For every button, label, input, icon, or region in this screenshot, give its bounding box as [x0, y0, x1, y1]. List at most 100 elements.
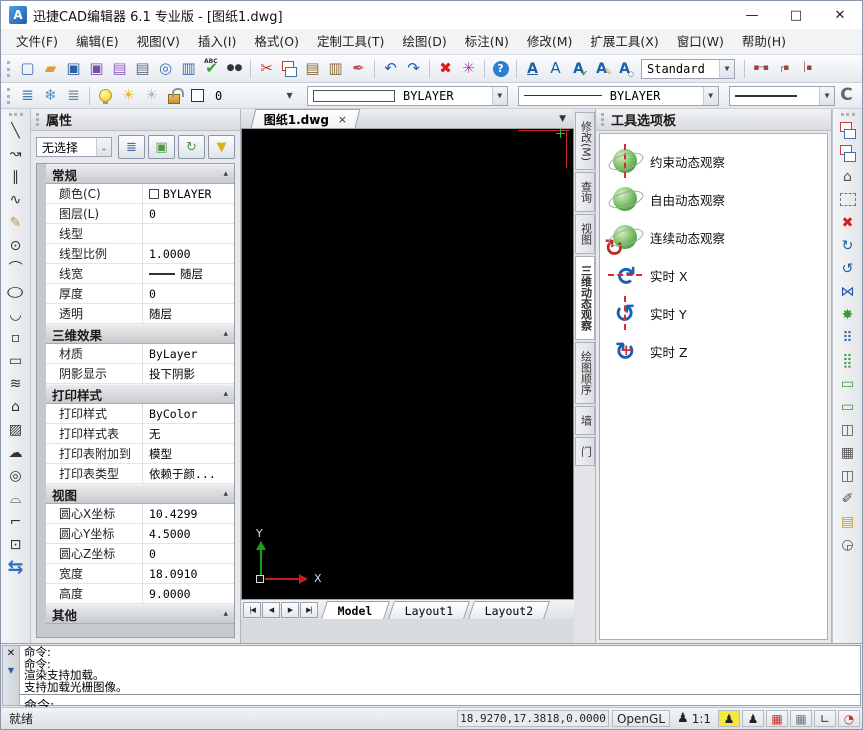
layer-properties-icon[interactable]: ≣ — [16, 85, 39, 107]
hatch-icon[interactable]: ▨ — [4, 418, 28, 441]
nav-prev-button[interactable]: ◀ — [262, 602, 280, 618]
palette-tab[interactable]: 门 — [575, 437, 595, 466]
property-value[interactable]: 投下阴影 — [143, 364, 234, 383]
property-row[interactable]: 透明 随层 — [46, 304, 234, 324]
property-value[interactable]: 0 — [143, 284, 234, 303]
rotate-3d-icon[interactable]: ↺ — [836, 257, 860, 280]
separator[interactable] — [512, 58, 521, 80]
palette-tab[interactable]: 查询 — [575, 172, 595, 212]
color-combo[interactable]: BYLAYER▼ — [307, 86, 508, 106]
maximize-button[interactable]: □ — [774, 1, 818, 29]
property-row[interactable]: 打印样式表 无 — [46, 424, 234, 444]
menu-item[interactable]: 插入(I) — [189, 29, 245, 54]
new-file-icon[interactable]: ▢ — [16, 58, 39, 80]
property-value[interactable]: 无 — [143, 424, 234, 443]
help-icon[interactable]: ? — [489, 58, 512, 80]
selection-combo[interactable]: 无选择⌄ — [36, 137, 112, 157]
open-file-icon[interactable]: ▰ — [39, 58, 62, 80]
text-underline-icon[interactable]: A — [521, 58, 544, 80]
menu-item[interactable]: 格式(O) — [245, 29, 308, 54]
copy-icon[interactable] — [278, 58, 301, 80]
collapse-arrow-icon[interactable]: ▴ — [223, 489, 228, 499]
text-style-icon[interactable]: A — [544, 58, 567, 80]
elbow-icon[interactable]: ⌐ — [4, 510, 28, 533]
layer-lock-icon[interactable] — [163, 85, 186, 107]
circle-icon[interactable]: ⊙ — [4, 234, 28, 257]
separator[interactable] — [85, 85, 94, 107]
property-value[interactable]: 9.0000 — [143, 584, 234, 603]
print-preview-icon[interactable]: ◎ — [154, 58, 177, 80]
ortho-icon[interactable]: ∟ — [814, 710, 836, 727]
section-header[interactable]: 三维效果▴ — [46, 324, 234, 344]
separator[interactable] — [425, 58, 434, 80]
collapse-arrow-icon[interactable]: ▴ — [223, 329, 228, 339]
menu-item[interactable]: 绘图(D) — [393, 29, 455, 54]
chevron-down-icon[interactable]: ▼ — [819, 87, 834, 105]
tab-close-icon[interactable]: × — [338, 113, 347, 126]
menu-item[interactable]: 窗口(W) — [668, 29, 733, 54]
copy-object-icon[interactable] — [836, 119, 860, 142]
minimize-button[interactable]: — — [730, 1, 774, 29]
palette-tab[interactable]: 墙 — [575, 406, 595, 435]
menu-item[interactable]: 帮助(H) — [733, 29, 795, 54]
property-row[interactable]: 宽度 18.0910 — [46, 564, 234, 584]
property-row[interactable]: 线型比例 1.0000 — [46, 244, 234, 264]
command-close-icon[interactable]: ✕ — [7, 649, 15, 659]
palette-tab[interactable]: 修改(M) — [575, 112, 595, 170]
palette-item[interactable]: 实时 Y — [605, 294, 827, 332]
property-value[interactable] — [143, 224, 234, 243]
separator[interactable] — [246, 58, 255, 80]
match-properties-icon[interactable]: ⇆ — [4, 556, 28, 579]
chevron-down-icon[interactable]: ⌄ — [96, 138, 111, 156]
layer-states-icon[interactable]: ≣ — [62, 85, 85, 107]
polar-icon[interactable]: ◔ — [838, 710, 860, 727]
dim-linear-icon[interactable]: ▪─▪ — [749, 58, 772, 80]
page-preview-icon[interactable]: ▥ — [177, 58, 200, 80]
polyline-icon[interactable]: ↝ — [4, 142, 28, 165]
layout-tab[interactable]: Layout2 — [468, 601, 550, 619]
document-tab[interactable]: 图纸1.dwg × — [251, 109, 361, 128]
double-line-icon[interactable]: ∥ — [4, 165, 28, 188]
copy-nested-icon[interactable] — [836, 142, 860, 165]
erase-icon[interactable]: ✖ — [836, 211, 860, 234]
property-value[interactable]: BYLAYER — [143, 184, 234, 203]
print-icon[interactable]: ▤ — [131, 58, 154, 80]
renderer-indicator[interactable]: OpenGL — [612, 710, 670, 727]
layer-vp-freeze-icon[interactable]: ☀ — [140, 85, 163, 107]
select-window-icon[interactable] — [836, 188, 860, 211]
property-value[interactable]: 10.4299 — [143, 504, 234, 523]
quick-select-button[interactable]: ↻ — [178, 135, 205, 159]
box-icon[interactable]: ▦ — [836, 441, 860, 464]
text-find-icon[interactable]: A — [613, 58, 636, 80]
cut-icon[interactable]: ✂ — [255, 58, 278, 80]
rotate-icon[interactable]: ↻ — [836, 234, 860, 257]
nav-last-button[interactable]: ▶| — [300, 602, 318, 618]
menu-item[interactable]: 定制工具(T) — [308, 29, 393, 54]
property-row[interactable]: 打印样式 ByColor — [46, 404, 234, 424]
layer-freeze-icon[interactable]: ❄ — [39, 85, 62, 107]
text-check-icon[interactable]: A — [567, 58, 590, 80]
snap-icon[interactable]: ▦ — [766, 710, 788, 727]
drawing-canvas[interactable]: Y X — [241, 129, 574, 599]
property-value[interactable]: 1.0000 — [143, 244, 234, 263]
property-value[interactable]: 依赖于颜... — [143, 464, 234, 483]
spell-check-icon[interactable]: ✔ — [200, 58, 223, 80]
boundary-icon[interactable]: ▭ — [836, 372, 860, 395]
layer-thaw-icon[interactable]: ☀ — [117, 85, 140, 107]
chevron-down-icon[interactable]: ▼ — [719, 60, 734, 78]
palette-item[interactable]: 实时 X — [605, 256, 827, 294]
nav-first-button[interactable]: |◀ — [243, 602, 261, 618]
collapse-arrow-icon[interactable]: ▴ — [223, 389, 228, 399]
paste-special-icon[interactable]: ▥ — [324, 58, 347, 80]
rectangle-icon[interactable]: ▭ — [4, 349, 28, 372]
find-icon[interactable]: ●● — [223, 58, 246, 80]
paste-icon[interactable]: ▤ — [301, 58, 324, 80]
ruler-icon[interactable]: ▤ — [836, 510, 860, 533]
property-value[interactable]: ByColor — [143, 404, 234, 423]
property-row[interactable]: 线宽 随层 — [46, 264, 234, 284]
section-header[interactable]: 常规▴ — [46, 164, 234, 184]
property-row[interactable]: 阴影显示 投下阴影 — [46, 364, 234, 384]
undo-icon[interactable]: ↶ — [379, 58, 402, 80]
separator[interactable] — [480, 58, 489, 80]
export-acis-icon[interactable]: ▣ — [85, 58, 108, 80]
